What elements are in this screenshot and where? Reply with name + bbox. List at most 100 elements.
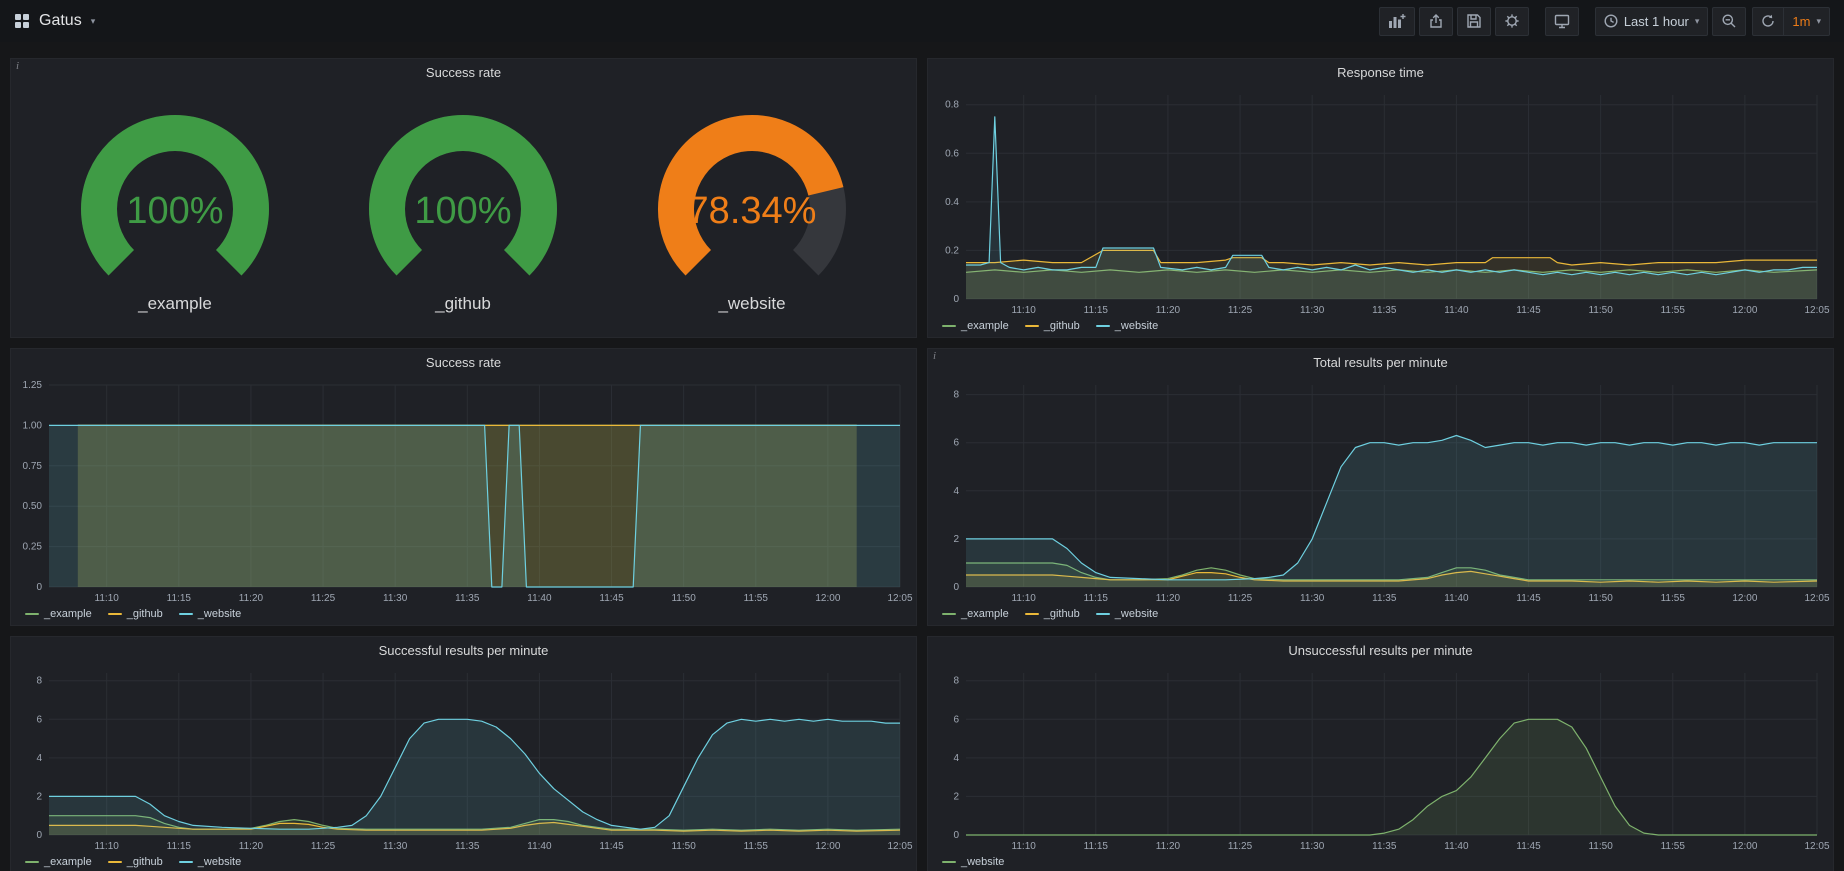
legend-series-label: _github	[1044, 608, 1080, 620]
svg-text:11:45: 11:45	[1516, 593, 1541, 604]
unsuccessful-results-chart[interactable]: 0246811:1011:1511:2011:2511:3011:3511:40…	[928, 663, 1833, 853]
legend-series-color-swatch	[1096, 613, 1110, 615]
legend-series-label: _example	[44, 856, 92, 868]
refresh-interval-label: 1m	[1792, 14, 1810, 29]
gear-icon	[1504, 13, 1520, 29]
svg-text:11:20: 11:20	[1156, 841, 1181, 852]
cycle-view-button[interactable]	[1545, 7, 1579, 36]
legend-item-website[interactable]: _website	[942, 856, 1004, 868]
svg-text:11:35: 11:35	[1372, 305, 1397, 316]
panel-title-successful-results[interactable]: Successful results per minute	[11, 637, 916, 663]
zoom-out-icon	[1721, 13, 1737, 29]
svg-text:12:00: 12:00	[1732, 305, 1757, 316]
legend-item-example[interactable]: _example	[942, 608, 1009, 620]
legend-series-label: _example	[961, 320, 1009, 332]
svg-text:11:40: 11:40	[1444, 305, 1469, 316]
svg-text:11:30: 11:30	[383, 593, 408, 604]
legend-item-example[interactable]: _example	[25, 608, 92, 620]
monitor-icon	[1554, 13, 1570, 29]
svg-text:4: 4	[36, 753, 42, 764]
response-time-chart[interactable]: 00.20.40.60.811:1011:1511:2011:2511:3011…	[928, 85, 1833, 317]
info-icon[interactable]: i	[16, 60, 19, 72]
success-rate-chart[interactable]: 00.250.500.751.001.2511:1011:1511:2011:2…	[11, 375, 916, 605]
svg-text:0.25: 0.25	[23, 542, 43, 553]
svg-text:8: 8	[953, 676, 959, 687]
panel-title-success-rate[interactable]: Success rate	[11, 349, 916, 375]
legend-item-example[interactable]: _example	[942, 320, 1009, 332]
panel-title-total-results[interactable]: Total results per minute	[928, 349, 1833, 375]
svg-text:11:25: 11:25	[311, 841, 336, 852]
legend-item-website[interactable]: _website	[1096, 608, 1158, 620]
add-panel-icon	[1388, 13, 1406, 29]
legend-item-github[interactable]: _github	[108, 608, 163, 620]
total-results-legend: _example _github _website	[928, 605, 1833, 625]
svg-text:11:10: 11:10	[1012, 305, 1037, 316]
total-results-chart[interactable]: 0246811:1011:1511:2011:2511:3011:3511:40…	[928, 375, 1833, 605]
add-panel-button[interactable]	[1379, 7, 1415, 36]
svg-text:11:55: 11:55	[1661, 593, 1686, 604]
svg-text:11:30: 11:30	[1300, 841, 1325, 852]
svg-text:11:30: 11:30	[1300, 305, 1325, 316]
legend-item-github[interactable]: _github	[108, 856, 163, 868]
share-icon	[1428, 13, 1444, 29]
panel-total-results: i Total results per minute 0246811:1011:…	[927, 348, 1834, 626]
svg-text:11:25: 11:25	[1228, 593, 1253, 604]
refresh-interval-picker[interactable]: 1m ▾	[1784, 7, 1830, 36]
svg-text:12:00: 12:00	[815, 841, 840, 852]
gauge-website: 78.34%_website	[622, 107, 882, 315]
svg-text:12:05: 12:05	[887, 593, 912, 604]
successful-results-chart[interactable]: 0246811:1011:1511:2011:2511:3011:3511:40…	[11, 663, 916, 853]
dashboard-title[interactable]: Gatus	[39, 12, 82, 30]
legend-item-website[interactable]: _website	[1096, 320, 1158, 332]
svg-text:0: 0	[36, 830, 42, 841]
legend-item-github[interactable]: _github	[1025, 320, 1080, 332]
svg-text:11:20: 11:20	[239, 841, 264, 852]
legend-item-example[interactable]: _example	[25, 856, 92, 868]
zoom-out-button[interactable]	[1712, 7, 1746, 36]
panel-response-time: Response time 00.20.40.60.811:1011:1511:…	[927, 58, 1834, 338]
dashboard-title-caret-icon[interactable]: ▾	[91, 17, 96, 26]
svg-text:11:35: 11:35	[1372, 841, 1397, 852]
dashboards-grid-icon[interactable]	[14, 13, 30, 29]
dashboard-settings-button[interactable]	[1495, 7, 1529, 36]
svg-text:11:25: 11:25	[1228, 305, 1253, 316]
svg-text:11:45: 11:45	[1516, 841, 1541, 852]
svg-text:12:00: 12:00	[1732, 593, 1757, 604]
time-range-picker[interactable]: Last 1 hour ▾	[1595, 7, 1709, 36]
legend-series-label: _website	[198, 856, 241, 868]
svg-text:0: 0	[953, 582, 959, 593]
legend-series-label: _github	[1044, 320, 1080, 332]
svg-text:12:05: 12:05	[1804, 305, 1829, 316]
svg-text:12:00: 12:00	[815, 593, 840, 604]
svg-text:11:55: 11:55	[1661, 305, 1686, 316]
svg-text:100%: 100%	[415, 190, 512, 232]
legend-series-color-swatch	[942, 325, 956, 327]
legend-item-website[interactable]: _website	[179, 856, 241, 868]
share-dashboard-button[interactable]	[1419, 7, 1453, 36]
legend-series-color-swatch	[1096, 325, 1110, 327]
legend-item-website[interactable]: _website	[179, 608, 241, 620]
svg-text:2: 2	[36, 791, 42, 802]
legend-series-color-swatch	[179, 861, 193, 863]
svg-text:11:35: 11:35	[455, 841, 480, 852]
legend-item-github[interactable]: _github	[1025, 608, 1080, 620]
panel-title-unsuccessful-results[interactable]: Unsuccessful results per minute	[928, 637, 1833, 663]
svg-text:11:50: 11:50	[1588, 841, 1613, 852]
panel-title-response-time[interactable]: Response time	[928, 59, 1833, 85]
svg-text:11:55: 11:55	[744, 593, 769, 604]
svg-text:_website: _website	[717, 294, 785, 313]
panel-title-success-rate-gauges[interactable]: Success rate	[11, 59, 916, 85]
refresh-button-group: 1m ▾	[1752, 7, 1830, 36]
svg-text:_github: _github	[435, 294, 492, 313]
refresh-button[interactable]	[1752, 7, 1784, 36]
save-dashboard-button[interactable]	[1457, 7, 1491, 36]
successful-results-legend: _example _github _website	[11, 853, 916, 871]
svg-text:2: 2	[953, 534, 959, 545]
svg-text:11:50: 11:50	[1588, 593, 1613, 604]
svg-text:11:15: 11:15	[167, 841, 192, 852]
info-icon[interactable]: i	[933, 350, 936, 362]
svg-text:11:30: 11:30	[1300, 593, 1325, 604]
refresh-icon	[1761, 14, 1775, 28]
time-range-caret-icon: ▾	[1695, 17, 1700, 26]
svg-text:11:25: 11:25	[311, 593, 336, 604]
